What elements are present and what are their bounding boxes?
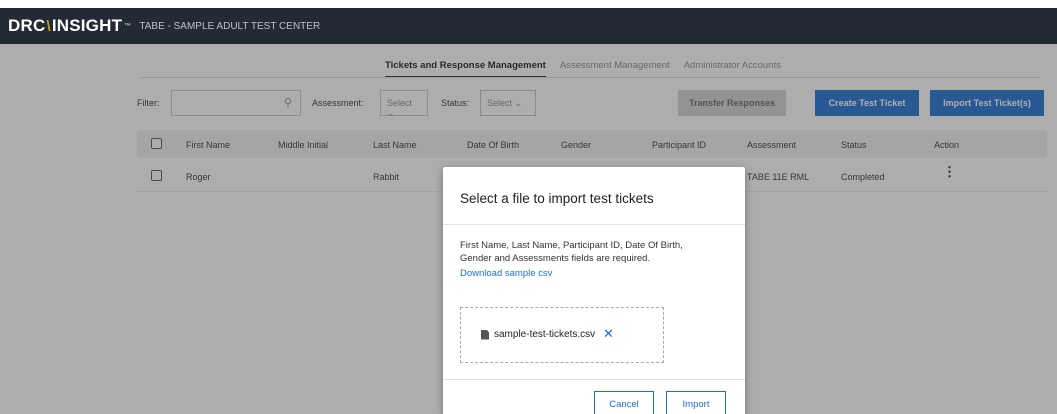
selected-file: sample-test-tickets.csv <box>481 329 595 340</box>
close-icon[interactable]: ✕ <box>603 326 614 342</box>
file-drop-zone[interactable]: sample-test-tickets.csv ✕ <box>460 307 664 363</box>
file-icon <box>481 329 489 340</box>
logo-slash-icon: \ <box>46 17 51 35</box>
dialog-title: Select a file to import test tickets <box>443 167 745 225</box>
file-name: sample-test-tickets.csv <box>494 329 596 340</box>
dialog-footer-divider <box>443 379 745 380</box>
drc-insight-logo: DRC \ INSIGHT ™ <box>8 16 131 36</box>
dialog-body: First Name, Last Name, Participant ID, D… <box>443 225 745 281</box>
download-sample-link[interactable]: Download sample csv <box>460 268 728 281</box>
cancel-button[interactable]: Cancel <box>594 391 654 414</box>
import-dialog: Select a file to import test tickets Fir… <box>443 167 745 414</box>
top-bar: DRC \ INSIGHT ™ TABE - SAMPLE ADULT TEST… <box>0 8 1057 44</box>
import-button[interactable]: Import <box>666 391 726 414</box>
logo-insight-text: INSIGHT <box>51 16 123 35</box>
logo-trademark: ™ <box>124 22 132 30</box>
org-name: TABE - SAMPLE ADULT TEST CENTER <box>139 20 321 32</box>
logo-drc-text: DRC <box>8 16 46 35</box>
dialog-description: First Name, Last Name, Participant ID, D… <box>460 240 683 264</box>
